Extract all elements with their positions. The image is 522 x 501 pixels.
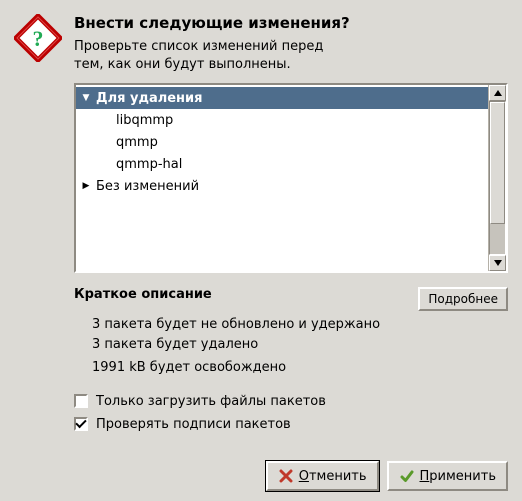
dialog-icon: ? [14, 14, 62, 73]
header-text: Внести следующие изменения? Проверьте сп… [74, 14, 508, 73]
expand-icon: ▶ [80, 181, 92, 191]
package-name: qmmp [116, 135, 158, 150]
dialog: ? Внести следующие изменения? Проверьте … [0, 0, 522, 501]
summary-line: 1991 kB будет освобождено [92, 358, 508, 378]
details-button[interactable]: Подробнее [418, 287, 508, 311]
triangle-down-icon [494, 260, 502, 266]
apply-icon [399, 468, 415, 484]
dialog-title: Внести следующие изменения? [74, 14, 508, 32]
tree-group-label: Без изменений [96, 179, 199, 194]
button-label: Применить [420, 469, 496, 484]
verify-signatures-checkbox[interactable]: Проверять подписи пакетов [74, 413, 508, 436]
checkbox-checked-icon [74, 417, 88, 431]
button-row: Отменить Применить [74, 461, 508, 491]
apply-button[interactable]: Применить [387, 461, 508, 491]
checkbox-icon [74, 394, 88, 408]
svg-text:?: ? [33, 26, 44, 51]
triangle-up-icon [494, 90, 502, 96]
content: ▼ Для удаления libqmmp qmmp qmmp-hal ▶ Б… [74, 83, 508, 491]
question-warning-icon: ? [14, 14, 62, 62]
scroll-thumb[interactable] [490, 102, 505, 224]
tree-group-label: Для удаления [96, 91, 203, 106]
header: ? Внести следующие изменения? Проверьте … [14, 14, 508, 73]
scroll-up-button[interactable] [489, 85, 506, 101]
cancel-icon [278, 468, 294, 484]
button-label: Отменить [299, 469, 367, 484]
summary-line: 3 пакета будет не обновлено и удержано [92, 315, 508, 335]
tree-item[interactable]: libqmmp [76, 109, 488, 131]
cancel-button[interactable]: Отменить [266, 461, 379, 491]
changes-tree: ▼ Для удаления libqmmp qmmp qmmp-hal ▶ Б… [74, 83, 508, 273]
checkbox-label: Только загрузить файлы пакетов [96, 394, 326, 409]
package-name: libqmmp [116, 113, 173, 128]
tree-item[interactable]: qmmp [76, 131, 488, 153]
tree-group-removal[interactable]: ▼ Для удаления [76, 87, 488, 109]
summary-header: Краткое описание Подробнее [74, 287, 508, 311]
summary-lines: 3 пакета будет не обновлено и удержано 3… [92, 315, 508, 378]
dialog-subtitle: Проверьте список изменений перед тем, ка… [74, 38, 508, 73]
package-name: qmmp-hal [116, 157, 182, 172]
tree-view[interactable]: ▼ Для удаления libqmmp qmmp qmmp-hal ▶ Б… [76, 85, 488, 271]
download-only-checkbox[interactable]: Только загрузить файлы пакетов [74, 390, 508, 413]
tree-item[interactable]: qmmp-hal [76, 153, 488, 175]
checkbox-label: Проверять подписи пакетов [96, 417, 291, 432]
vertical-scrollbar[interactable] [488, 85, 506, 271]
summary-title: Краткое описание [74, 287, 212, 302]
scroll-track[interactable] [489, 101, 506, 255]
scroll-down-button[interactable] [489, 255, 506, 271]
collapse-icon: ▼ [80, 93, 92, 103]
tree-group-unchanged[interactable]: ▶ Без изменений [76, 175, 488, 197]
checkboxes: Только загрузить файлы пакетов Проверять… [74, 390, 508, 436]
summary-line: 3 пакета будет удалено [92, 335, 508, 355]
